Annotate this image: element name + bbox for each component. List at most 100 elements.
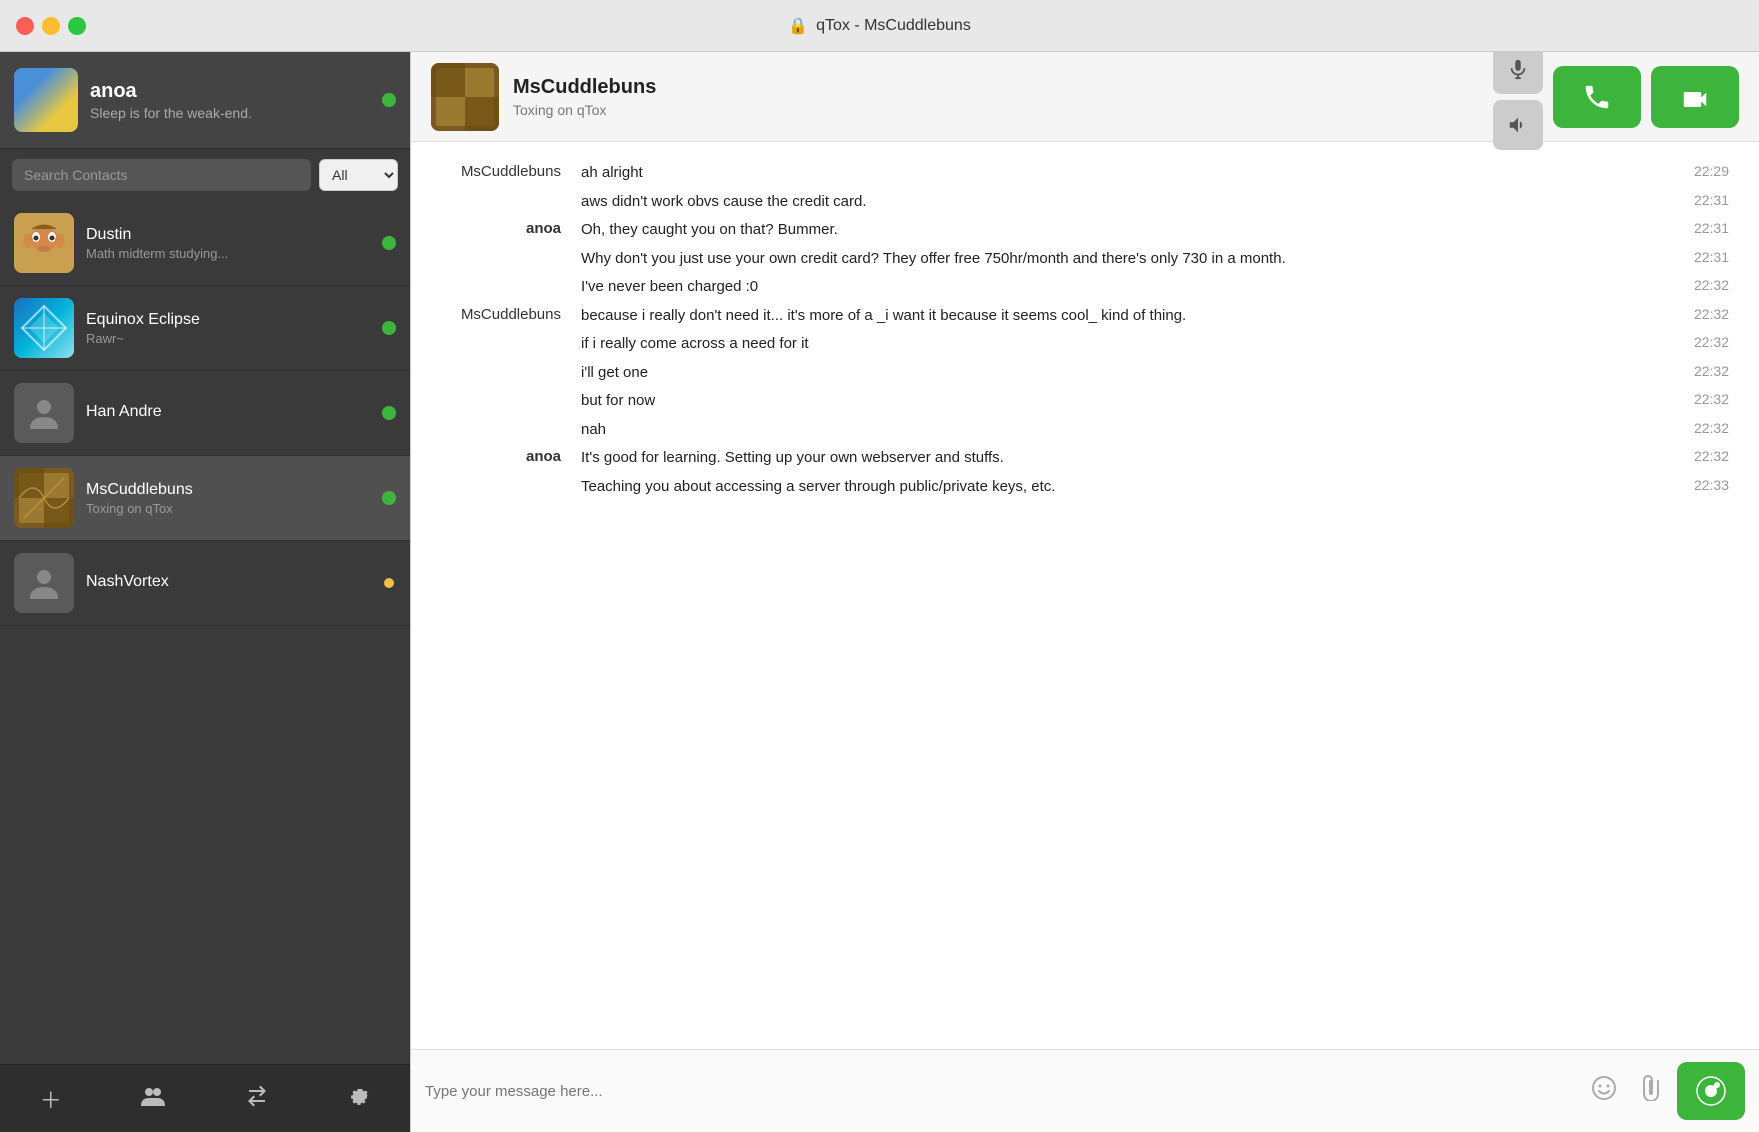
attachment-button[interactable] [1633,1069,1667,1113]
settings-button[interactable] [340,1077,378,1121]
msg-content: nah [581,419,1649,442]
chat-contact-name: MsCuddlebuns [513,76,1479,99]
chat-contact-avatar [431,63,499,131]
han-name: Han Andre [86,403,370,421]
main-layout: anoa Sleep is for the weak-end. All Onli… [0,52,1759,1132]
msg-content: I've never been charged :0 [581,276,1649,299]
message-row: anoa It's good for learning. Setting up … [441,447,1729,470]
msc-status-dot [382,491,396,505]
transfer-button[interactable] [237,1076,277,1122]
msg-time: 22:32 [1649,390,1729,407]
input-area [411,1049,1759,1132]
avatar [14,68,78,132]
message-row: anoa Oh, they caught you on that? Bummer… [441,219,1729,242]
profile-status: Sleep is for the weak-end. [90,105,370,121]
send-icon [1695,1075,1727,1107]
dustin-name: Dustin [86,226,370,244]
msg-content: aws didn't work obvs cause the credit ca… [581,191,1649,214]
messages-area: MsCuddlebuns ah alright 22:29 aws didn't… [411,142,1759,1049]
msg-sender [441,362,581,363]
msg-time: 22:31 [1649,219,1729,236]
contact-item-dustin[interactable]: Dustin Math midterm studying... [0,201,410,286]
profile-header: anoa Sleep is for the weak-end. [0,52,410,149]
msg-time: 22:32 [1649,447,1729,464]
profile-status-dot [382,93,396,107]
msg-content: Teaching you about accessing a server th… [581,476,1649,499]
nash-status-dot [382,576,396,590]
msg-content: but for now [581,390,1649,413]
title-text: qTox - MsCuddlebuns [816,17,971,35]
contact-item-msc[interactable]: MsCuddlebuns Toxing on qTox [0,456,410,541]
contact-item-nash[interactable]: NashVortex [0,541,410,626]
equinox-info: Equinox Eclipse Rawr~ [86,311,370,346]
mic-icon [1507,58,1529,80]
msg-time: 22:33 [1649,476,1729,493]
person-icon-nash [26,565,62,601]
msg-content: Why don't you just use your own credit c… [581,248,1649,271]
close-button[interactable] [16,17,34,35]
search-input[interactable] [12,159,311,191]
phone-icon [1582,82,1612,112]
group-icon [141,1086,165,1106]
message-row: but for now 22:32 [441,390,1729,413]
msg-content: It's good for learning. Setting up your … [581,447,1649,470]
han-status-dot [382,406,396,420]
emoji-icon [1591,1075,1617,1101]
transfer-icon [245,1084,269,1108]
han-avatar-placeholder [14,383,74,443]
window-controls [16,17,86,35]
msc-info: MsCuddlebuns Toxing on qTox [86,481,370,516]
message-row: MsCuddlebuns ah alright 22:29 [441,162,1729,185]
chat-header: MsCuddlebuns Toxing on qTox [411,52,1759,142]
msg-content: ah alright [581,162,1649,185]
call-button[interactable] [1553,66,1641,128]
emoji-button[interactable] [1585,1069,1623,1113]
person-icon [26,395,62,431]
msg-time: 22:32 [1649,333,1729,350]
sidebar: anoa Sleep is for the weak-end. All Onli… [0,52,410,1132]
minimize-button[interactable] [42,17,60,35]
chat-contact-info: MsCuddlebuns Toxing on qTox [513,76,1479,118]
send-button[interactable] [1677,1062,1745,1120]
msg-time: 22:32 [1649,362,1729,379]
contact-item-han[interactable]: Han Andre [0,371,410,456]
chat-contact-status: Toxing on qTox [513,102,1479,118]
msg-time: 22:32 [1649,276,1729,293]
msc-name: MsCuddlebuns [86,481,370,499]
msg-sender: MsCuddlebuns [441,162,581,180]
message-input[interactable] [425,1071,1575,1111]
profile-info: anoa Sleep is for the weak-end. [90,80,370,121]
gear-icon [348,1085,370,1107]
message-row: Teaching you about accessing a server th… [441,476,1729,499]
msg-sender [441,476,581,477]
msg-time: 22:32 [1649,419,1729,436]
paperclip-icon [1639,1075,1661,1101]
msc-avatar-img [14,468,74,528]
msc-avatar [14,468,74,528]
message-row: i'll get one 22:32 [441,362,1729,385]
message-row: MsCuddlebuns because i really don't need… [441,305,1729,328]
filter-select[interactable]: All Online Offline [319,159,398,191]
group-button[interactable] [133,1078,173,1120]
chat-header-actions [1493,52,1739,150]
contact-item-equinox[interactable]: Equinox Eclipse Rawr~ [0,286,410,371]
video-call-button[interactable] [1651,66,1739,128]
mic-button[interactable] [1493,52,1543,94]
equinox-msg: Rawr~ [86,331,370,346]
msg-sender [441,419,581,420]
window-title: 🔒 qTox - MsCuddlebuns [788,16,971,36]
han-avatar [14,383,74,443]
anoa-avatar-img [14,68,78,132]
equinox-name: Equinox Eclipse [86,311,370,329]
add-contact-button[interactable]: ＋ [32,1075,70,1123]
msg-sender [441,333,581,334]
message-row: if i really come across a need for it 22… [441,333,1729,356]
maximize-button[interactable] [68,17,86,35]
message-row: Why don't you just use your own credit c… [441,248,1729,271]
msg-sender [441,248,581,249]
msc-svg [14,468,74,528]
msg-content: if i really come across a need for it [581,333,1649,356]
nash-avatar-placeholder [14,553,74,613]
msg-sender [441,276,581,277]
equinox-avatar [14,298,74,358]
